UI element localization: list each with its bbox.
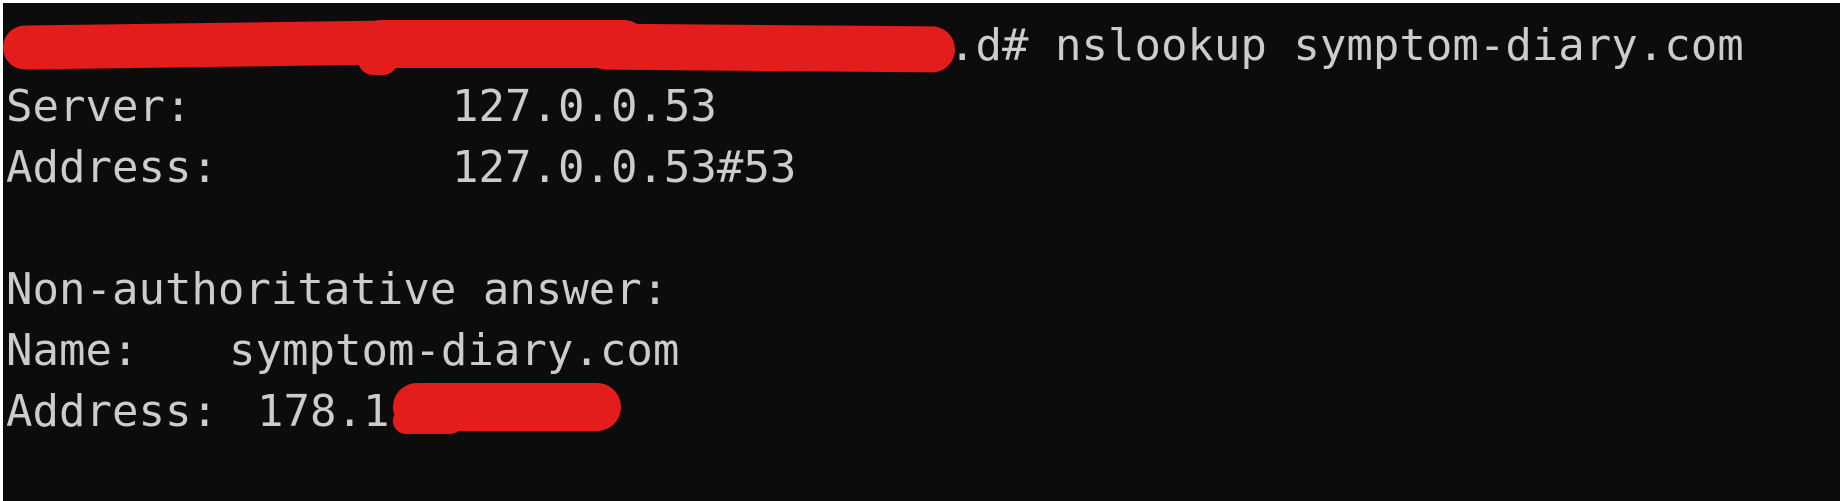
prompt-command-text: .d# nslookup symptom-diary.com [949, 15, 1744, 76]
answer-header-line: Non-authoritative answer: [6, 259, 668, 320]
server-address-line: Address: 127.0.0.53#53 [6, 137, 796, 198]
server-address-label: Address: [6, 142, 218, 193]
prompt-redaction-mark [358, 45, 398, 75]
prompt-suffix: .d# [949, 20, 1029, 71]
name-value: symptom-diary.com [229, 325, 680, 376]
command-text: nslookup symptom-diary.com [1054, 20, 1744, 71]
terminal-window[interactable]: .d# nslookup symptom-diary.com Server: 1… [3, 3, 1840, 501]
prompt-redaction-mark [582, 23, 956, 73]
server-value: 127.0.0.53 [452, 81, 717, 132]
name-label: Name: [6, 325, 139, 376]
server-address-value: 127.0.0.53#53 [452, 142, 797, 193]
address-redaction-mark [393, 408, 463, 434]
answer-address-value: 178.1 [257, 386, 390, 437]
name-line: Name: symptom-diary.com [6, 320, 679, 381]
server-line: Server: 127.0.0.53 [6, 76, 717, 137]
prompt-redaction-mark [3, 20, 414, 70]
server-label: Server: [6, 81, 192, 132]
answer-address-line: Address: 178.1 [6, 381, 389, 442]
answer-header: Non-authoritative answer: [6, 264, 669, 315]
answer-address-label: Address: [6, 386, 218, 437]
